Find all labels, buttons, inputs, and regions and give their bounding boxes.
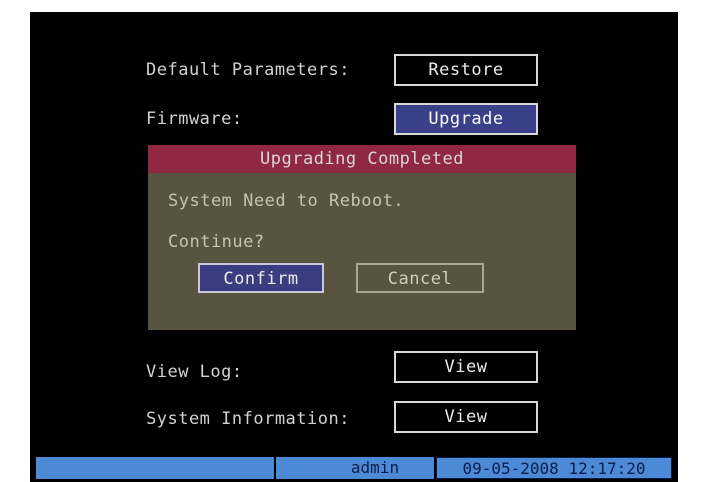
- upgrade-button[interactable]: Upgrade: [394, 103, 538, 135]
- restore-button[interactable]: Restore: [394, 54, 538, 86]
- status-bar-datetime: 09-05-2008 12:17:20: [436, 457, 672, 479]
- confirm-button[interactable]: Confirm: [198, 263, 324, 293]
- dialog-question: Continue?: [168, 232, 265, 252]
- view-log-label: View Log:: [146, 362, 243, 382]
- upgrade-complete-dialog: Upgrading Completed System Need to Reboo…: [148, 145, 576, 330]
- default-parameters-label: Default Parameters:: [146, 60, 350, 80]
- system-information-label: System Information:: [146, 409, 350, 429]
- view-log-button[interactable]: View: [394, 351, 538, 383]
- status-bar-blank-segment: [36, 457, 274, 479]
- cancel-button[interactable]: Cancel: [356, 263, 484, 293]
- dvr-menu-screen: Default Parameters: Restore Firmware: Up…: [30, 12, 678, 482]
- system-information-view-button[interactable]: View: [394, 401, 538, 433]
- firmware-label: Firmware:: [146, 109, 243, 129]
- dialog-title: Upgrading Completed: [148, 145, 576, 173]
- status-bar-user: admin: [276, 457, 434, 479]
- status-bar: admin 09-05-2008 12:17:20: [36, 457, 672, 479]
- dialog-message: System Need to Reboot.: [168, 191, 405, 211]
